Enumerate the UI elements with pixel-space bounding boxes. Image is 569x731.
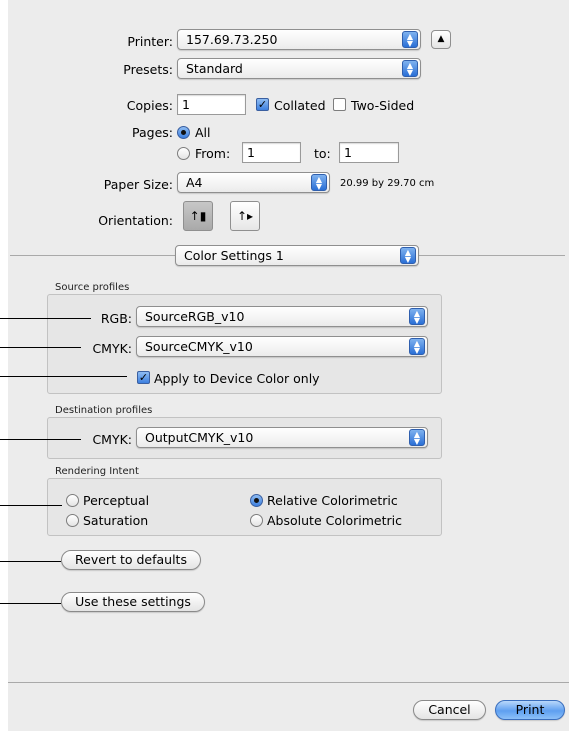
source-rgb-value: SourceRGB_v10 xyxy=(145,309,245,324)
orientation-label: Orientation: xyxy=(98,213,173,228)
triangle-up-icon: ▲ xyxy=(437,34,445,44)
pages-from-field[interactable]: 1 xyxy=(242,142,301,163)
portrait-button[interactable]: ↑▮ xyxy=(183,201,213,231)
panel-select-popup[interactable]: Color Settings 1 ▲ ▼ xyxy=(175,245,419,266)
popup-arrows-icon: ▲ ▼ xyxy=(409,338,425,355)
callout-line-revert xyxy=(0,561,61,562)
pages-from-radio[interactable] xyxy=(177,147,190,160)
bottom-separator xyxy=(8,682,569,683)
destination-cmyk-value: OutputCMYK_v10 xyxy=(145,430,254,445)
printer-popup[interactable]: 157.69.73.250 ▲ ▼ xyxy=(177,29,421,50)
destination-cmyk-popup[interactable]: OutputCMYK_v10 ▲ ▼ xyxy=(136,427,428,448)
apply-device-color-checkbox[interactable]: ✓ xyxy=(137,371,150,384)
callout-line-source-cmyk xyxy=(0,347,81,348)
panel-select-value: Color Settings 1 xyxy=(184,248,284,263)
print-dialog: Printer: 157.69.73.250 ▲ ▼ ▲ Presets: Sta… xyxy=(8,0,569,731)
destination-profiles-title: Destination profiles xyxy=(55,405,153,416)
source-rgb-popup[interactable]: SourceRGB_v10 ▲ ▼ xyxy=(136,306,428,327)
two-sided-label: Two-Sided xyxy=(351,98,415,113)
callout-line-rendering xyxy=(0,505,62,506)
source-cmyk-value: SourceCMYK_v10 xyxy=(145,339,253,354)
rendering-intent-title: Rendering Intent xyxy=(55,466,139,477)
collated-label: Collated xyxy=(274,98,326,113)
absolute-colorimetric-label: Absolute Colorimetric xyxy=(267,513,402,528)
apply-device-color-label: Apply to Device Color only xyxy=(154,371,320,386)
absolute-colorimetric-radio[interactable] xyxy=(250,514,263,527)
collated-checkbox[interactable]: ✓ xyxy=(256,98,269,111)
paper-size-label: Paper Size: xyxy=(103,177,173,192)
source-profiles-title: Source profiles xyxy=(55,282,130,293)
pages-to-label: to: xyxy=(314,146,331,161)
pages-to-field[interactable]: 1 xyxy=(339,142,399,163)
callout-line-rgb xyxy=(0,318,91,319)
copies-field[interactable]: 1 xyxy=(177,94,246,115)
saturation-radio[interactable] xyxy=(66,514,79,527)
source-cmyk-popup[interactable]: SourceCMYK_v10 ▲ ▼ xyxy=(136,336,428,357)
printer-label: Printer: xyxy=(127,34,173,49)
disclosure-button[interactable]: ▲ xyxy=(431,30,451,49)
revert-defaults-button[interactable]: Revert to defaults xyxy=(61,550,201,570)
popup-arrows-icon: ▲ ▼ xyxy=(409,308,425,325)
portrait-icon: ↑▮ xyxy=(189,209,207,223)
pages-label: Pages: xyxy=(132,125,173,140)
printer-value: 157.69.73.250 xyxy=(186,32,278,47)
relative-colorimetric-radio[interactable] xyxy=(250,494,263,507)
callout-line-use xyxy=(0,603,61,604)
popup-arrows-icon: ▲ ▼ xyxy=(311,174,327,191)
perceptual-radio[interactable] xyxy=(66,494,79,507)
source-cmyk-label: CMYK: xyxy=(92,341,132,356)
popup-arrows-icon: ▲ ▼ xyxy=(409,429,425,446)
print-button[interactable]: Print xyxy=(495,700,565,720)
popup-arrows-icon: ▲ ▼ xyxy=(402,60,418,77)
presets-label: Presets: xyxy=(123,62,173,77)
popup-arrows-icon: ▲ ▼ xyxy=(400,247,416,264)
relative-colorimetric-label: Relative Colorimetric xyxy=(267,493,398,508)
pages-from-label: From: xyxy=(195,146,231,161)
cancel-button[interactable]: Cancel xyxy=(413,700,486,720)
copies-label: Copies: xyxy=(126,98,173,113)
popup-arrows-icon: ▲ ▼ xyxy=(402,31,418,48)
saturation-label: Saturation xyxy=(83,513,149,528)
pages-all-label: All xyxy=(195,125,211,140)
use-settings-button[interactable]: Use these settings xyxy=(61,592,205,612)
perceptual-label: Perceptual xyxy=(83,493,150,508)
landscape-icon: ↑▸ xyxy=(236,209,254,223)
callout-line-destination-cmyk xyxy=(0,439,81,440)
landscape-button[interactable]: ↑▸ xyxy=(230,201,260,231)
two-sided-checkbox[interactable] xyxy=(333,98,346,111)
pages-all-radio[interactable] xyxy=(177,126,190,139)
callout-line-apply xyxy=(0,376,127,377)
paper-dimensions: 20.99 by 29.70 cm xyxy=(340,178,435,189)
paper-size-value: A4 xyxy=(186,175,203,190)
paper-size-popup[interactable]: A4 ▲ ▼ xyxy=(177,172,330,193)
presets-popup[interactable]: Standard ▲ ▼ xyxy=(177,58,421,79)
presets-value: Standard xyxy=(186,61,243,76)
